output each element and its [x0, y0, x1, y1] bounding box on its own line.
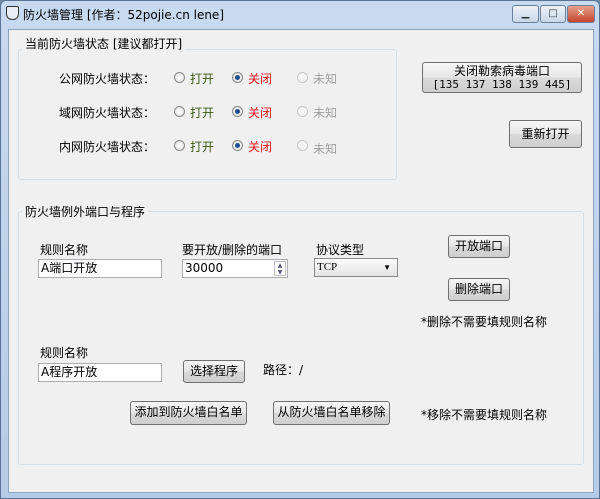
button-line: [135 137 138 139 445]	[432, 78, 572, 91]
row-label: 域网防火墙状态：	[59, 106, 156, 120]
port-value: 30000	[185, 261, 224, 275]
radio-unknown-label: 未知	[313, 142, 338, 156]
chevron-down-icon: ▼	[383, 263, 391, 272]
row-label: 公网防火墙状态：	[59, 72, 156, 86]
radio-open-label: 打开	[190, 106, 215, 120]
row-label: 内网防火墙状态：	[59, 140, 156, 154]
radio-closed-label: 关闭	[248, 106, 273, 120]
path-label: 路径：/	[263, 363, 304, 377]
radio-closed[interactable]	[232, 106, 243, 117]
radio-open-label: 打开	[190, 72, 215, 86]
maximize-button[interactable]: □	[540, 5, 566, 23]
program-rule-name-label: 规则名称	[40, 346, 89, 360]
rule-name-input[interactable]: A端口开放	[38, 259, 162, 278]
close-ransom-ports-button[interactable]: 关闭勒索病毒端口 [135 137 138 139 445]	[422, 62, 582, 93]
radio-closed[interactable]	[232, 72, 243, 83]
radio-open[interactable]	[174, 72, 185, 83]
radio-closed-label: 关闭	[248, 72, 273, 86]
reopen-button[interactable]: 重新打开	[509, 120, 582, 148]
radio-unknown-label: 未知	[313, 106, 338, 120]
radio-closed[interactable]	[232, 140, 243, 151]
shield-icon	[6, 6, 19, 20]
program-rule-name-input[interactable]: A程序开放	[38, 363, 162, 382]
open-port-button[interactable]: 开放端口	[448, 235, 510, 258]
radio-unknown-label: 未知	[313, 72, 338, 86]
delete-port-button[interactable]: 删除端口	[448, 278, 510, 301]
close-button[interactable]: ✕	[567, 5, 595, 23]
minimize-button[interactable]: ▁	[512, 5, 539, 23]
radio-open-label: 打开	[190, 140, 215, 154]
remove-note: *移除不需要填规则名称	[421, 408, 548, 422]
radio-unknown	[297, 72, 308, 83]
remove-whitelist-button[interactable]: 从防火墙白名单移除	[273, 401, 390, 425]
rule-name-label: 规则名称	[40, 243, 89, 257]
protocol-select[interactable]: TCP ▼	[314, 258, 398, 277]
protocol-label: 协议类型	[316, 243, 365, 257]
add-whitelist-button[interactable]: 添加到防火墙白名单	[130, 401, 247, 425]
exception-group-title: 防火墙例外端口与程序	[22, 203, 149, 220]
window-title: 防火墙管理 [作者：52pojie.cn lene]	[23, 8, 224, 22]
radio-open[interactable]	[174, 140, 185, 151]
radio-closed-label: 关闭	[248, 140, 273, 154]
delete-note: *删除不需要填规则名称	[421, 315, 548, 329]
radio-open[interactable]	[174, 106, 185, 117]
radio-unknown	[297, 106, 308, 117]
radio-unknown	[297, 140, 308, 151]
button-line: 关闭勒索病毒端口	[453, 64, 550, 78]
select-program-button[interactable]: 选择程序	[183, 360, 245, 383]
app-window: 防火墙管理 [作者：52pojie.cn lene] ▁ □ ✕ 当前防火墙状态…	[0, 0, 600, 499]
port-label: 要开放/删除的端口	[182, 243, 283, 257]
spinner-arrows-icon[interactable]: ▲ ▼	[274, 261, 286, 276]
status-group-title: 当前防火墙状态 [建议都打开]	[22, 35, 186, 52]
client-area: 当前防火墙状态 [建议都打开] 公网防火墙状态： 打开 关闭 未知 域网防火墙状…	[8, 29, 594, 493]
port-spinner[interactable]: 30000 ▲ ▼	[182, 259, 288, 278]
protocol-value: TCP	[317, 261, 338, 273]
